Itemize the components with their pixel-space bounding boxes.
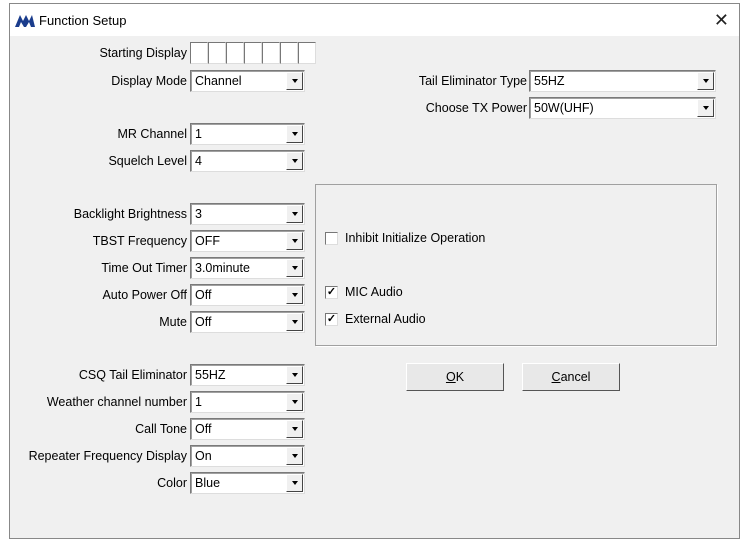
backlight-brightness-select[interactable]: 3 bbox=[190, 203, 305, 225]
call-tone-select[interactable]: Off bbox=[190, 418, 305, 440]
chevron-down-icon[interactable] bbox=[286, 125, 303, 143]
color-select[interactable]: Blue bbox=[190, 472, 305, 494]
weather-channel-number-label: Weather channel number bbox=[46, 395, 187, 409]
time-out-timer-label: Time Out Timer bbox=[101, 261, 187, 275]
select-value: 1 bbox=[195, 127, 202, 141]
select-value: 50W(UHF) bbox=[534, 101, 594, 115]
mute-select[interactable]: Off bbox=[190, 311, 305, 333]
select-value: OFF bbox=[195, 234, 220, 248]
time-out-timer-select[interactable]: 3.0minute bbox=[190, 257, 305, 279]
starting-display-label: Starting Display bbox=[99, 46, 187, 60]
app-logo-icon bbox=[15, 15, 35, 27]
cancel-label: ancel bbox=[560, 370, 591, 384]
starting-display-cell[interactable] bbox=[208, 42, 226, 64]
auto-power-off-select[interactable]: Off bbox=[190, 284, 305, 306]
checkbox-label: External Audio bbox=[345, 312, 426, 326]
starting-display-cell[interactable] bbox=[298, 42, 316, 64]
starting-display-cell[interactable] bbox=[280, 42, 298, 64]
tail-eliminator-type-select[interactable]: 55HZ bbox=[529, 70, 716, 92]
select-value: 55HZ bbox=[534, 74, 565, 88]
starting-display-cell[interactable] bbox=[226, 42, 244, 64]
select-value: Blue bbox=[195, 476, 221, 490]
csq-tail-eliminator-select[interactable]: 55HZ bbox=[190, 364, 305, 386]
select-value: 3 bbox=[195, 207, 202, 221]
external-audio-checkbox[interactable]: ✓ External Audio bbox=[325, 312, 426, 326]
chevron-down-icon[interactable] bbox=[286, 393, 303, 411]
choose-tx-power-label: Choose TX Power bbox=[425, 101, 527, 115]
select-value: Off bbox=[195, 422, 212, 436]
checkbox-label: Inhibit Initialize Operation bbox=[345, 231, 486, 245]
chevron-down-icon[interactable] bbox=[286, 420, 303, 438]
weather-channel-number-select[interactable]: 1 bbox=[190, 391, 305, 413]
select-value: 3.0minute bbox=[195, 261, 250, 275]
chevron-down-icon[interactable] bbox=[286, 259, 303, 277]
chevron-down-icon[interactable] bbox=[286, 474, 303, 492]
chevron-down-icon[interactable] bbox=[286, 72, 303, 90]
chevron-down-icon[interactable] bbox=[697, 99, 714, 117]
function-setup-dialog: Function Setup ✕ Starting Display Displa… bbox=[9, 3, 740, 539]
auto-power-off-label: Auto Power Off bbox=[102, 288, 187, 302]
tbst-frequency-select[interactable]: OFF bbox=[190, 230, 305, 252]
chevron-down-icon[interactable] bbox=[286, 205, 303, 223]
display-mode-select[interactable]: Channel bbox=[190, 70, 305, 92]
inhibit-initialize-checkbox[interactable]: Inhibit Initialize Operation bbox=[325, 231, 485, 245]
starting-display-cell[interactable] bbox=[244, 42, 262, 64]
mute-label: Mute bbox=[159, 315, 187, 329]
tail-eliminator-type-label: Tail Eliminator Type bbox=[418, 74, 527, 88]
squelch-level-label: Squelch Level bbox=[108, 154, 187, 168]
checkmark-icon[interactable]: ✓ bbox=[325, 285, 338, 299]
mr-channel-select[interactable]: 1 bbox=[190, 123, 305, 145]
choose-tx-power-select[interactable]: 50W(UHF) bbox=[529, 97, 716, 119]
select-value: Channel bbox=[195, 74, 242, 88]
close-icon[interactable]: ✕ bbox=[714, 10, 729, 31]
chevron-down-icon[interactable] bbox=[286, 232, 303, 250]
starting-display-input[interactable] bbox=[190, 42, 316, 64]
checkmark-icon[interactable]: ✓ bbox=[325, 312, 338, 326]
select-value: 55HZ bbox=[195, 368, 226, 382]
call-tone-label: Call Tone bbox=[135, 422, 187, 436]
cancel-button[interactable]: Cancel bbox=[522, 363, 620, 391]
chevron-down-icon[interactable] bbox=[286, 286, 303, 304]
select-value: Off bbox=[195, 288, 212, 302]
title-bar: Function Setup ✕ bbox=[10, 4, 739, 36]
chevron-down-icon[interactable] bbox=[286, 313, 303, 331]
chevron-down-icon[interactable] bbox=[286, 152, 303, 170]
starting-display-cell[interactable] bbox=[190, 42, 208, 64]
repeater-frequency-display-select[interactable]: On bbox=[190, 445, 305, 467]
backlight-brightness-label: Backlight Brightness bbox=[73, 207, 187, 221]
ok-button[interactable]: OK bbox=[406, 363, 504, 391]
chevron-down-icon[interactable] bbox=[286, 366, 303, 384]
checkbox-icon[interactable] bbox=[325, 231, 338, 245]
select-value: 1 bbox=[195, 395, 202, 409]
display-mode-label: Display Mode bbox=[111, 74, 187, 88]
mic-audio-checkbox[interactable]: ✓ MIC Audio bbox=[325, 285, 403, 299]
chevron-down-icon[interactable] bbox=[286, 447, 303, 465]
cancel-mnemonic: C bbox=[551, 370, 561, 384]
select-value: Off bbox=[195, 315, 212, 329]
select-value: 4 bbox=[195, 154, 202, 168]
chevron-down-icon[interactable] bbox=[697, 72, 714, 90]
mr-channel-label: MR Channel bbox=[117, 127, 187, 141]
starting-display-cell[interactable] bbox=[262, 42, 280, 64]
ok-mnemonic: O bbox=[445, 370, 456, 384]
repeater-frequency-display-label: Repeater Frequency Display bbox=[28, 449, 187, 463]
color-label: Color bbox=[157, 476, 187, 490]
ok-label: K bbox=[455, 370, 465, 384]
csq-tail-eliminator-label: CSQ Tail Eliminator bbox=[78, 368, 187, 382]
checkbox-label: MIC Audio bbox=[345, 285, 403, 299]
select-value: On bbox=[195, 449, 212, 463]
tbst-frequency-label: TBST Frequency bbox=[92, 234, 187, 248]
window-title: Function Setup bbox=[39, 12, 127, 28]
squelch-level-select[interactable]: 4 bbox=[190, 150, 305, 172]
